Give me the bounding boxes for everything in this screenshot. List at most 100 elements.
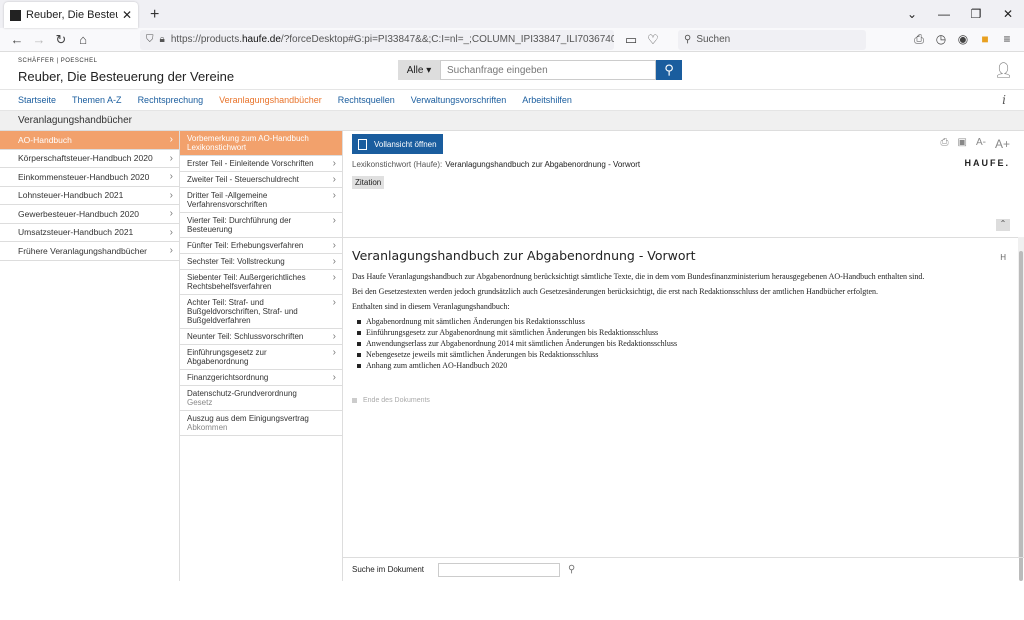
nav-themen[interactable]: Themen A-Z [72, 95, 122, 105]
font-increase-icon[interactable]: A+ [995, 137, 1010, 151]
chevron-right-icon: › [169, 171, 173, 183]
chapter-item[interactable]: Einführungsgesetz zur Abgabenordnung › [180, 345, 342, 370]
chevron-down-icon[interactable]: ⌄ [896, 0, 928, 28]
print-icon[interactable]: ⎙ [941, 137, 949, 151]
browser-search[interactable]: ⚲ Suchen [678, 29, 866, 50]
handbook-item[interactable]: Einkommensteuer-Handbuch 2020 › [0, 168, 179, 187]
chevron-right-icon: › [332, 297, 336, 308]
scrollbar[interactable] [1018, 237, 1024, 581]
chapter-item[interactable]: Neunter Teil: Schlussvorschriften › [180, 329, 342, 345]
info-icon[interactable]: i [1002, 93, 1006, 107]
nav-rechtsprechung[interactable]: Rechtsprechung [138, 95, 204, 105]
product-title[interactable]: Reuber, Die Besteuerung der Vereine [18, 69, 234, 84]
chevron-right-icon: › [169, 245, 173, 257]
chapter-item[interactable]: Datenschutz-Grundverordnung Gesetz [180, 386, 342, 411]
browser-tab[interactable]: Reuber, Die Besteuerung der Ve ✕ [4, 2, 138, 28]
pocket-icon[interactable]: ♡ [642, 32, 664, 48]
chevron-right-icon: › [332, 158, 336, 169]
minimize-icon[interactable]: — [928, 0, 960, 28]
document-search-input[interactable] [438, 562, 561, 577]
chevron-right-icon: › [332, 331, 336, 342]
new-tab-icon[interactable]: + [150, 6, 159, 24]
forward-icon[interactable]: → [28, 32, 50, 47]
search-icon: ⚲ [684, 34, 692, 45]
chapter-item[interactable]: Fünfter Teil: Erhebungsverfahren › [180, 238, 342, 254]
print-icon[interactable]: ⎙ [908, 32, 930, 47]
list-item: Abgabenordnung mit sämtlichen Änderungen… [357, 316, 1012, 327]
chapter-list: Vorbemerkung zum AO-Handbuch Lexikonstich… [180, 131, 343, 581]
open-full-view-button[interactable]: Vollansicht öffnen [352, 134, 443, 154]
handbook-item[interactable]: Umsatzsteuer-Handbuch 2021 › [0, 224, 179, 242]
font-decrease-icon[interactable]: A- [976, 137, 986, 151]
chapter-item[interactable]: Achter Teil: Straf- und Bußgeldvorschrif… [180, 295, 342, 329]
chapter-item[interactable]: Finanzgerichtsordnung › [180, 370, 342, 386]
chapter-item[interactable]: Siebenter Teil: Außergerichtliches Recht… [180, 270, 342, 295]
chevron-right-icon: › [332, 272, 336, 283]
extension-icon[interactable]: ◉ [952, 32, 974, 47]
chapter-item[interactable]: Dritter Teil -Allgemeine Verfahrensvorsc… [180, 188, 342, 213]
home-icon[interactable]: ⌂ [72, 32, 94, 47]
chevron-right-icon: › [332, 215, 336, 226]
nav-veranlagungshandbuecher[interactable]: Veranlagungshandbücher [219, 95, 322, 105]
publisher-logo: SCHÄFFER | POESCHEL [18, 58, 98, 64]
reload-icon[interactable]: ↻ [50, 32, 72, 48]
paragraph: Bei den Gesetzestexten werden jedoch gru… [352, 287, 879, 296]
bookmark-icon[interactable]: ■ [974, 32, 996, 47]
document-title: Veranlagungshandbuch zur Abgabenordnung … [352, 248, 696, 263]
handbook-item[interactable]: Frühere Veranlagungshandbücher › [0, 242, 179, 261]
chapter-item[interactable]: Sechster Teil: Vollstreckung › [180, 254, 342, 270]
nav-arbeitshilfen[interactable]: Arbeitshilfen [522, 95, 572, 105]
nav-verwaltungsvorschriften[interactable]: Verwaltungsvorschriften [411, 95, 507, 105]
chapter-item[interactable]: Auszug aus dem Einigungsvertrag Abkommen [180, 411, 342, 436]
browser-navbar: ← → ↻ ⌂ ⛉ 🔒︎ https://products. haufe.de/?… [0, 28, 1024, 52]
tab-title: Reuber, Die Besteuerung der Ve [26, 9, 118, 21]
url-suffix: /?forceDesktop#G:pi=PI33847&&;C:I=nl=_;C… [280, 34, 614, 45]
restore-icon[interactable]: ❐ [960, 0, 992, 28]
document-search-label: Suche im Dokument [352, 565, 425, 574]
save-icon[interactable]: ▣ [958, 137, 967, 151]
handbook-list: AO-Handbuch › Körperschaftsteuer-Handbuch… [0, 131, 180, 581]
scrollbar-thumb[interactable] [1019, 251, 1023, 581]
nav-startseite[interactable]: Startseite [18, 95, 56, 105]
document-toolbar: Vollansicht öffnen ⎙ ▣ A- A+ [343, 131, 1024, 157]
chapter-item[interactable]: Vierter Teil: Durchführung der Besteueru… [180, 213, 342, 238]
handbook-item[interactable]: AO-Handbuch › [0, 131, 179, 150]
close-window-icon[interactable]: ✕ [992, 0, 1024, 28]
meta-value: Veranlagungshandbuch zur Abgabenordnung … [445, 160, 641, 169]
back-icon[interactable]: ← [6, 32, 28, 47]
list-item: Nebengesetze jeweils mit sämtlichen Ände… [357, 349, 1012, 360]
search-scope-select[interactable]: Alle ▾ [398, 60, 440, 80]
hide-toc-icon[interactable]: H [1000, 253, 1006, 262]
chevron-right-icon: › [332, 174, 336, 185]
chapter-item[interactable]: Erster Teil - Einleitende Vorschriften › [180, 156, 342, 172]
user-icon[interactable]: 👤︎ [994, 61, 1013, 79]
chapter-item[interactable]: Zweiter Teil - Steuerschuldrecht › [180, 172, 342, 188]
end-of-document: Ende des Dokuments [352, 397, 430, 404]
meta-label: Lexikonstichwort (Haufe): [352, 160, 443, 169]
chevron-right-icon: › [169, 208, 173, 220]
history-icon[interactable]: ◷ [930, 32, 952, 47]
nav-rechtsquellen[interactable]: Rechtsquellen [338, 95, 395, 105]
close-tab-icon[interactable]: ✕ [122, 8, 132, 22]
url-prefix: https://products. [170, 34, 242, 45]
chevron-right-icon: › [332, 240, 336, 251]
reader-icon[interactable]: ▭ [620, 32, 642, 48]
document-icon [358, 138, 367, 150]
handbook-item[interactable]: Lohnsteuer-Handbuch 2021 › [0, 187, 179, 205]
chapter-item[interactable]: Vorbemerkung zum AO-Handbuch Lexikonstich… [180, 131, 342, 156]
citation-button[interactable]: Zitation [352, 176, 385, 189]
chevron-right-icon: › [332, 347, 336, 358]
address-bar[interactable]: ⛉ 🔒︎ https://products. haufe.de/?forceDes… [140, 29, 614, 50]
chevron-right-icon: › [169, 226, 173, 238]
search-button[interactable]: ⚲ [656, 60, 682, 80]
paragraph: Enthalten sind in diesem Veranlagungshan… [352, 302, 510, 311]
search-icon[interactable]: ⚲ [568, 564, 575, 575]
handbook-item[interactable]: Gewerbesteuer-Handbuch 2020 › [0, 205, 179, 224]
search-input[interactable]: Suchanfrage eingeben [440, 60, 656, 80]
menu-icon[interactable]: ≡ [996, 32, 1018, 47]
handbook-item[interactable]: Körperschaftsteuer-Handbuch 2020 › [0, 150, 179, 168]
list-item: Einführungsgesetz zur Abgabenordnung mit… [357, 327, 1012, 338]
chevron-right-icon: › [332, 256, 336, 267]
collapse-icon[interactable]: ⌃ [996, 219, 1010, 231]
list-item: Anwendungserlass zur Abgabenordnung 2014… [357, 338, 1012, 349]
